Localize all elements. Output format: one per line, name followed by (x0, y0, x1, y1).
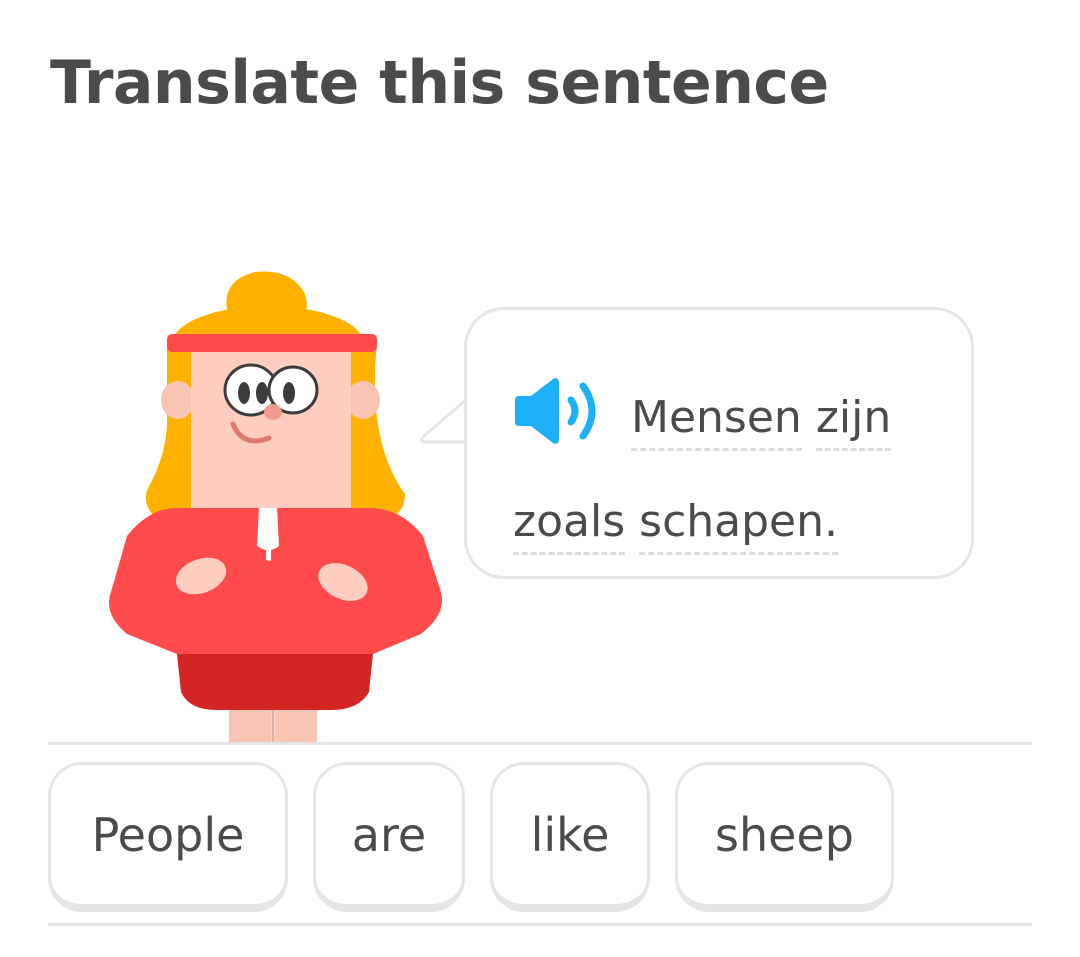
speech-bubble: Mensen zijn zoals schapen. (464, 307, 974, 579)
speaker-button[interactable] (513, 376, 609, 446)
speech-bubble-tail (420, 398, 469, 444)
answer-line-bottom (48, 923, 1032, 926)
speaker-icon (515, 378, 596, 444)
character-hair-bun (226, 271, 307, 330)
prompt-word[interactable]: schapen. (639, 497, 838, 556)
word-tile-like[interactable]: like (490, 762, 650, 912)
answer-line-top (48, 742, 1032, 745)
character-pupil (238, 382, 250, 404)
word-tile-are[interactable]: are (313, 762, 465, 912)
character-pupil (283, 382, 295, 404)
character-leg (229, 710, 271, 744)
character-leg (275, 710, 317, 744)
word-tile-sheep[interactable]: sheep (675, 762, 894, 912)
character-skirt (177, 654, 373, 710)
prompt-word[interactable]: Mensen (631, 393, 802, 452)
character-nose (264, 404, 282, 420)
character-pupil (256, 382, 268, 404)
prompt-word[interactable]: zoals (513, 497, 626, 556)
character-illustration (109, 271, 443, 744)
prompt-word[interactable]: zijn (815, 393, 892, 452)
character-ear (346, 381, 380, 419)
prompt-sentence: Mensen zijn zoals schapen. (513, 366, 953, 574)
word-tile-people[interactable]: People (48, 762, 288, 912)
character-headband (167, 334, 377, 352)
page-title: Translate this sentence (50, 48, 829, 118)
character-collar (257, 508, 279, 550)
character-ear (161, 381, 195, 419)
